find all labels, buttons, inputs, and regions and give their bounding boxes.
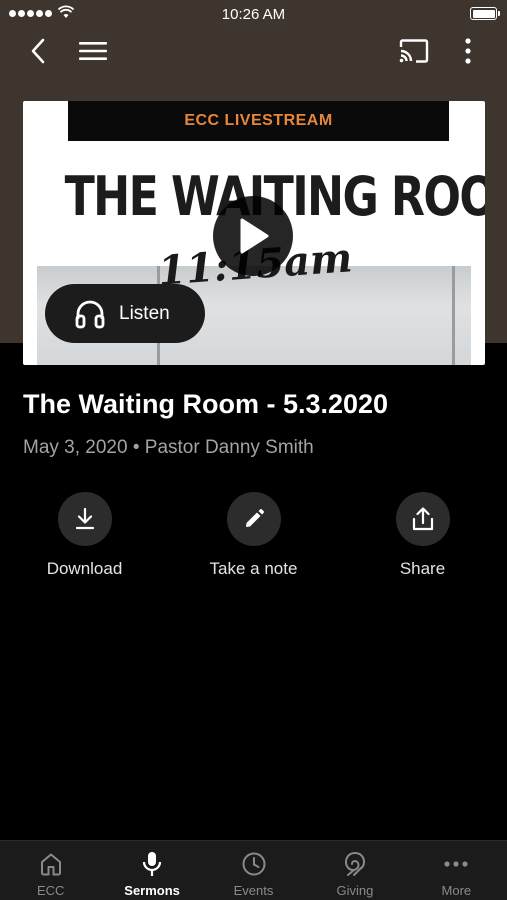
microphone-icon — [143, 852, 162, 876]
tab-label-events: Events — [233, 883, 274, 898]
status-bar: 10:26 AM — [0, 0, 507, 28]
sermon-meta: May 3, 2020 • Pastor Danny Smith — [23, 437, 314, 458]
download-button[interactable]: Download — [0, 492, 169, 579]
sermon-artwork[interactable]: ECC LIVESTREAM THE WAITING ROOM 11:15am … — [23, 101, 485, 365]
share-circle — [395, 492, 450, 546]
home-icon — [40, 853, 61, 876]
giving-icon — [344, 852, 365, 876]
tab-more[interactable]: More — [406, 841, 507, 900]
play-icon — [240, 218, 269, 254]
tab-giving[interactable]: Giving — [304, 841, 405, 900]
cast-icon — [399, 39, 429, 63]
download-circle — [57, 492, 112, 546]
artwork-banner: ECC LIVESTREAM — [68, 101, 449, 141]
play-button[interactable] — [213, 196, 293, 276]
take-note-label: Take a note — [209, 559, 298, 578]
listen-label: Listen — [119, 302, 170, 324]
sermon-title: The Waiting Room - 5.3.2020 — [23, 389, 389, 419]
status-time: 10:26 AM — [221, 6, 286, 23]
tab-label-giving: Giving — [336, 883, 374, 898]
more-icon — [444, 861, 468, 867]
tab-bar: ECC Sermons Events Giving More — [0, 840, 507, 900]
headphones-icon — [75, 300, 105, 328]
listen-button[interactable]: Listen — [45, 284, 205, 343]
share-label: Share — [399, 559, 446, 578]
more-vertical-icon — [465, 38, 471, 64]
tab-label-sermons: Sermons — [124, 883, 180, 898]
tab-sermons[interactable]: Sermons — [101, 841, 202, 900]
overflow-menu-button[interactable] — [450, 33, 486, 69]
share-button[interactable]: Share — [338, 492, 507, 579]
download-label: Download — [46, 559, 123, 578]
back-button[interactable] — [20, 33, 56, 69]
clock-icon — [242, 852, 266, 876]
chevron-left-icon — [31, 38, 45, 64]
battery-icon — [470, 7, 500, 20]
menu-button[interactable] — [75, 33, 111, 69]
share-icon — [412, 507, 433, 531]
take-note-button[interactable]: Take a note — [169, 492, 338, 579]
tab-label-more: More — [441, 883, 472, 898]
take-note-circle — [226, 492, 281, 546]
hamburger-menu-icon — [79, 42, 107, 60]
pencil-icon — [245, 509, 264, 527]
tab-ecc[interactable]: ECC — [0, 841, 101, 900]
tab-label-ecc: ECC — [36, 883, 65, 898]
artwork-banner-text: ECC LIVESTREAM — [184, 112, 333, 129]
cast-button[interactable] — [396, 33, 432, 69]
tab-events[interactable]: Events — [203, 841, 304, 900]
download-icon — [75, 507, 94, 530]
